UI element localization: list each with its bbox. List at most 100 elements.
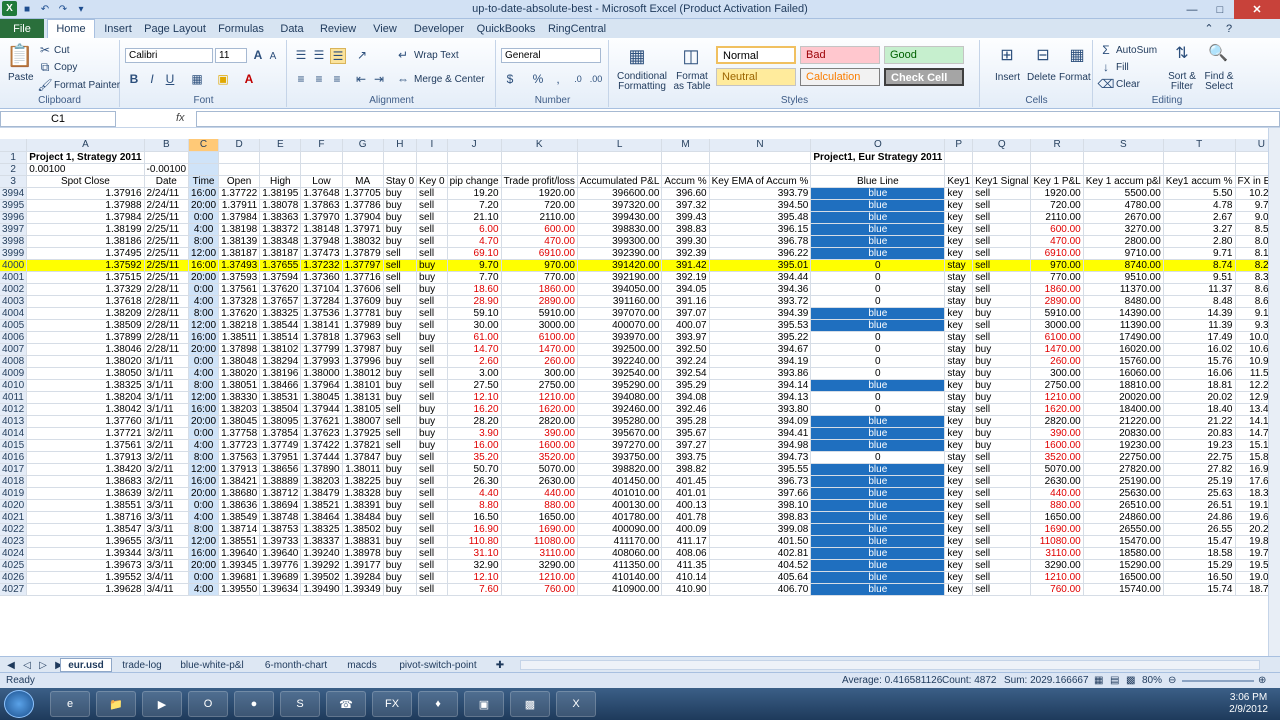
table-cell[interactable]: 1.37716 <box>342 271 384 284</box>
table-cell[interactable]: 2110.00 <box>1030 211 1084 224</box>
table-cell[interactable]: 12.2047 <box>1235 379 1268 392</box>
row-header[interactable]: 4007 <box>0 343 28 356</box>
table-cell[interactable]: 410.90 <box>661 583 710 596</box>
table-cell[interactable]: 18.3980 <box>1235 487 1268 500</box>
close-icon[interactable]: ✕ <box>1234 0 1280 19</box>
table-cell[interactable]: 9.71 <box>1163 247 1236 260</box>
table-cell[interactable]: 16:00 <box>188 331 220 344</box>
table-cell[interactable]: 1.37963 <box>342 331 384 344</box>
table-cell[interactable]: 1920.00 <box>501 187 578 200</box>
table-cell[interactable]: 16.06 <box>1163 367 1236 380</box>
table-cell[interactable]: 0 <box>810 343 946 356</box>
table-cell[interactable]: 21220.00 <box>1083 415 1164 428</box>
header-cell[interactable] <box>447 151 502 164</box>
table-cell[interactable]: 27820.00 <box>1083 463 1164 476</box>
next-sheet-icon[interactable]: ▷ <box>36 658 50 672</box>
table-cell[interactable]: key <box>944 571 974 584</box>
table-cell[interactable]: 1.39349 <box>342 583 384 596</box>
table-cell[interactable]: 2/28/11 <box>144 319 190 332</box>
underline-icon[interactable]: U <box>163 72 177 86</box>
table-cell[interactable]: 17490.00 <box>1083 331 1164 344</box>
table-cell[interactable]: 1.38131 <box>342 391 384 404</box>
table-cell[interactable]: 8:00 <box>188 523 220 536</box>
table-cell[interactable]: sell <box>416 547 448 560</box>
table-cell[interactable]: buy <box>416 427 448 440</box>
table-cell[interactable]: 19.5264 <box>1235 559 1268 572</box>
header-cell[interactable] <box>972 151 1032 164</box>
table-cell[interactable]: 395.48 <box>709 211 812 224</box>
table-cell[interactable]: buy <box>383 235 418 248</box>
table-cell[interactable]: 1.38325 <box>26 379 145 392</box>
table-cell[interactable]: 17.49 <box>1163 331 1236 344</box>
table-cell[interactable]: buy <box>972 367 1032 380</box>
table-cell[interactable]: 396.15 <box>709 223 812 236</box>
table-cell[interactable]: 260.00 <box>501 355 578 368</box>
align-left-icon[interactable]: ≡ <box>294 72 308 86</box>
table-cell[interactable]: 20:00 <box>188 343 220 356</box>
table-cell[interactable]: 1.38551 <box>218 535 261 548</box>
table-cell[interactable]: sell <box>972 547 1032 560</box>
table-cell[interactable]: 395290.00 <box>577 379 663 392</box>
table-cell[interactable]: 1.37989 <box>342 319 384 332</box>
table-cell[interactable]: 1.38203 <box>300 475 343 488</box>
table-cell[interactable]: 1.38656 <box>259 463 302 476</box>
table-cell[interactable]: 3/3/11 <box>144 499 190 512</box>
table-cell[interactable]: sell <box>416 391 448 404</box>
table-cell[interactable]: 20:00 <box>188 487 220 500</box>
table-cell[interactable]: 1.38502 <box>342 523 384 536</box>
table-cell[interactable]: buy <box>383 535 418 548</box>
formula-input[interactable] <box>196 111 1280 127</box>
table-cell[interactable]: 1.38363 <box>259 211 302 224</box>
table-cell[interactable]: 300.00 <box>501 367 578 380</box>
insert-cells-button[interactable]: Insert <box>995 72 1020 83</box>
paste-button[interactable]: Paste <box>8 72 34 83</box>
table-cell[interactable]: stay <box>944 259 974 272</box>
header-cell[interactable]: Open <box>218 175 261 188</box>
table-cell[interactable]: 1.37799 <box>300 343 343 356</box>
table-cell[interactable]: 61.00 <box>447 331 502 344</box>
column-header[interactable]: L <box>577 139 663 152</box>
table-cell[interactable]: 1.39673 <box>26 559 145 572</box>
header-cell[interactable] <box>1163 151 1236 164</box>
tab-formulas[interactable]: Formulas <box>212 19 270 38</box>
table-cell[interactable]: 440.00 <box>501 487 578 500</box>
table-cell[interactable]: 1860.00 <box>1030 283 1084 296</box>
table-cell[interactable]: 0 <box>810 283 946 296</box>
table-cell[interactable]: blue <box>810 379 946 392</box>
column-header[interactable]: T <box>1163 139 1236 152</box>
table-cell[interactable]: 391420.00 <box>577 259 663 272</box>
table-cell[interactable]: 720.00 <box>501 199 578 212</box>
table-cell[interactable]: 1.38050 <box>26 367 145 380</box>
table-cell[interactable]: 1.38186 <box>26 235 145 248</box>
table-cell[interactable]: 1.39733 <box>259 535 302 548</box>
table-cell[interactable]: 3/1/11 <box>144 367 190 380</box>
table-cell[interactable]: 10.6259 <box>1235 343 1268 356</box>
header-cell[interactable] <box>300 163 343 176</box>
table-cell[interactable]: 1.39655 <box>26 535 145 548</box>
table-cell[interactable]: 26550.00 <box>1083 523 1164 536</box>
table-cell[interactable]: 392.46 <box>661 403 710 416</box>
table-cell[interactable]: buy <box>383 319 418 332</box>
row-header[interactable]: 4004 <box>0 307 28 320</box>
table-cell[interactable]: 1.39628 <box>26 583 145 596</box>
table-cell[interactable]: blue <box>810 547 946 560</box>
header-cell[interactable] <box>501 163 578 176</box>
table-cell[interactable]: 22.75 <box>1163 451 1236 464</box>
table-cell[interactable]: 16060.00 <box>1083 367 1164 380</box>
table-cell[interactable]: blue <box>810 523 946 536</box>
clear-icon[interactable]: ⌫ <box>1098 77 1115 91</box>
decrease-decimal-icon[interactable]: .00 <box>589 72 603 86</box>
table-cell[interactable]: key <box>944 511 974 524</box>
align-top-icon[interactable]: ☰ <box>294 48 308 62</box>
minimize-ribbon-icon[interactable]: ⌃ <box>1200 19 1218 38</box>
table-cell[interactable]: 31.10 <box>447 547 502 560</box>
table-cell[interactable]: 2.67 <box>1163 211 1236 224</box>
table-cell[interactable]: 1.38636 <box>218 499 261 512</box>
table-cell[interactable]: 8.74 <box>1163 259 1236 272</box>
table-cell[interactable]: 1.39689 <box>259 571 302 584</box>
table-cell[interactable]: key <box>944 499 974 512</box>
row-header[interactable]: 4017 <box>0 463 28 476</box>
table-cell[interactable]: 398.82 <box>661 463 710 476</box>
table-cell[interactable]: 5910.00 <box>1030 307 1084 320</box>
table-cell[interactable]: buy <box>383 463 418 476</box>
